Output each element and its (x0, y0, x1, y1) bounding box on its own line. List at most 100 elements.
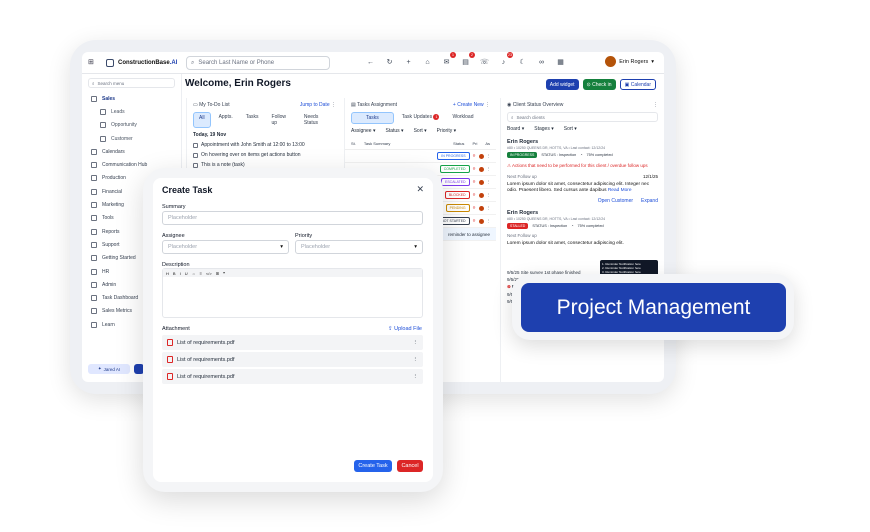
todo-item-text: Appointment with John Smith at 12:00 to … (201, 142, 305, 148)
client-search-input[interactable]: ⌕ Search clients (507, 112, 658, 122)
filter-dropdown[interactable]: Sort ▾ (414, 128, 427, 134)
checkbox[interactable] (193, 152, 198, 158)
tab-tasks[interactable]: Tasks (351, 112, 394, 124)
more-icon[interactable]: ⋮ (653, 102, 658, 108)
read-more-link[interactable]: Read More (608, 188, 632, 193)
calendar-button[interactable]: ▣ Calendar (619, 79, 656, 90)
assignee-avatar (478, 179, 484, 185)
attachment-item[interactable]: List of requirements.pdf ⋮ (162, 369, 423, 384)
back-arrow-icon[interactable]: ← (366, 57, 375, 67)
user-menu[interactable]: Erin Rogers ▾ (605, 56, 654, 67)
format-button[interactable]: ❞ (223, 271, 225, 276)
todo-header: ▭ My To-Do List Jump to Date ⋮ (187, 98, 342, 112)
todo-tab[interactable]: All (193, 112, 211, 128)
format-button[interactable]: I (180, 271, 181, 276)
jared-ai-button[interactable]: ✦ Jared AI (88, 364, 130, 374)
filter-label: Stages (534, 126, 550, 132)
attachment-item[interactable]: List of requirements.pdf ⋮ (162, 352, 423, 367)
filter-dropdown[interactable]: Priority ▾ (437, 128, 456, 134)
close-icon[interactable]: ✕ (416, 184, 424, 195)
client-2-name[interactable]: Erin Rogers (501, 207, 664, 217)
brand-logo[interactable]: ConstructionBase.AI (106, 58, 177, 67)
sidebar-item-sales[interactable]: Sales (82, 92, 181, 105)
open-customer-link[interactable]: Open Customer (598, 198, 633, 204)
filter-dropdown[interactable]: Assignee ▾ (351, 128, 375, 134)
more-icon[interactable]: ⋮ (487, 154, 491, 158)
sidebar-item-leads[interactable]: Leads (82, 105, 181, 118)
mail-icon[interactable]: ✉ 1 (442, 52, 456, 67)
attachment-item[interactable]: List of requirements.pdf ⋮ (162, 335, 423, 350)
assignee-select[interactable]: Placeholder ▾ (162, 240, 289, 254)
format-button[interactable]: ≡ (200, 271, 202, 276)
more-icon[interactable]: ⋮ (485, 102, 490, 108)
grid-icon[interactable]: ▦ (556, 57, 565, 67)
create-new-link[interactable]: + Create New (453, 102, 484, 108)
format-button[interactable]: </> (206, 271, 212, 276)
priority-select[interactable]: Placeholder ▾ (295, 240, 423, 254)
cancel-button[interactable]: Cancel (397, 460, 423, 472)
moon-icon[interactable]: ☾ (518, 57, 527, 67)
menu-icon (100, 122, 106, 129)
chat-icon[interactable]: ▤ 2 (461, 52, 475, 67)
more-icon[interactable]: ⋮ (487, 180, 491, 184)
tab-workload[interactable]: Workload (447, 112, 478, 124)
menu-icon (91, 175, 97, 182)
jump-to-date-link[interactable]: Jump to Date (300, 102, 330, 108)
filter-dropdown[interactable]: Stages ▾ (534, 126, 553, 132)
todo-tab[interactable]: Follow up (267, 112, 296, 128)
search-icon: ⌕ (191, 59, 195, 66)
create-task-button[interactable]: Create Task (354, 460, 392, 472)
format-button[interactable]: ⇔ (192, 271, 196, 276)
phone-icon[interactable]: ☏ (480, 57, 489, 67)
sidebar-item-label: Calendars (102, 148, 125, 155)
global-search-input[interactable]: ⌕ Search Last Name or Phone (186, 56, 330, 70)
expand-link[interactable]: Expand (641, 198, 658, 204)
check-in-button[interactable]: ⊙ Check in (582, 79, 616, 90)
refresh-icon[interactable]: ↻ (385, 57, 394, 67)
add-widget-button[interactable]: Add widget (545, 79, 579, 90)
table-row[interactable]: IN PROGRESS ⇈ ⋮ (345, 150, 496, 163)
upload-file-link[interactable]: ⇪ Upload File (388, 326, 422, 332)
client-1-name[interactable]: Erin Rogers (501, 136, 664, 146)
format-button[interactable]: U (185, 271, 188, 276)
checkbox[interactable] (193, 142, 198, 148)
todo-item[interactable]: Appointment with John Smith at 12:00 to … (187, 140, 342, 150)
more-icon[interactable]: ⋮ (487, 167, 491, 171)
format-button[interactable]: H (166, 271, 169, 276)
tab-task-updates[interactable]: Task Updates 1 (397, 112, 445, 124)
sidebar-item-calendars[interactable]: Calendars (82, 145, 181, 158)
client-1-warning-text: Actions that need to be performed for th… (512, 163, 648, 168)
filter-dropdown[interactable]: Sort ▾ (564, 126, 577, 132)
bell-icon[interactable]: ♪ 23 (499, 52, 513, 67)
more-icon[interactable]: ⋮ (413, 374, 419, 380)
filter-dropdown[interactable]: Board ▾ (507, 126, 524, 132)
home-icon[interactable]: ⌂ (423, 57, 432, 67)
more-icon[interactable]: ⋮ (413, 340, 419, 346)
collapse-sidebar-icon[interactable]: ⊞ (88, 58, 98, 68)
format-button[interactable]: B (173, 271, 176, 276)
more-icon[interactable]: ⋮ (487, 193, 491, 197)
checkbox[interactable] (193, 162, 198, 168)
todo-tab[interactable]: Tasks (241, 112, 264, 128)
hover-task-text: reminder to assignee (447, 231, 490, 237)
todo-tab[interactable]: Appts. (214, 112, 238, 128)
sidebar-item-customer[interactable]: Customer (82, 132, 181, 145)
sidebar-item-label: Getting Started (102, 255, 136, 262)
summary-input[interactable]: Placeholder (162, 211, 423, 225)
format-button[interactable]: ⊞ (216, 271, 219, 276)
more-icon[interactable]: ⋮ (487, 206, 491, 210)
add-icon[interactable]: + (404, 57, 413, 67)
more-icon[interactable]: ⋮ (487, 219, 491, 223)
sidebar-search-input[interactable]: ⌕ Search menu (88, 78, 175, 88)
sidebar-item-opportunity[interactable]: Opportunity (82, 119, 181, 132)
more-icon[interactable]: ⋮ (331, 102, 336, 108)
filter-label: Board (507, 126, 521, 132)
glasses-icon[interactable]: ∞ (537, 57, 546, 67)
todo-tab[interactable]: Needs Status (299, 112, 336, 128)
description-editor[interactable]: H B I U ⇔ ≡ </> ⊞ ❞ (162, 268, 423, 318)
more-icon[interactable]: ⋮ (413, 357, 419, 363)
todo-item[interactable]: On hovering over on items get actions bu… (187, 150, 342, 160)
client-search-placeholder: Search clients (516, 114, 545, 120)
filter-dropdown[interactable]: Status ▾ (385, 128, 403, 134)
sidebar-item-label: HR (102, 268, 110, 275)
